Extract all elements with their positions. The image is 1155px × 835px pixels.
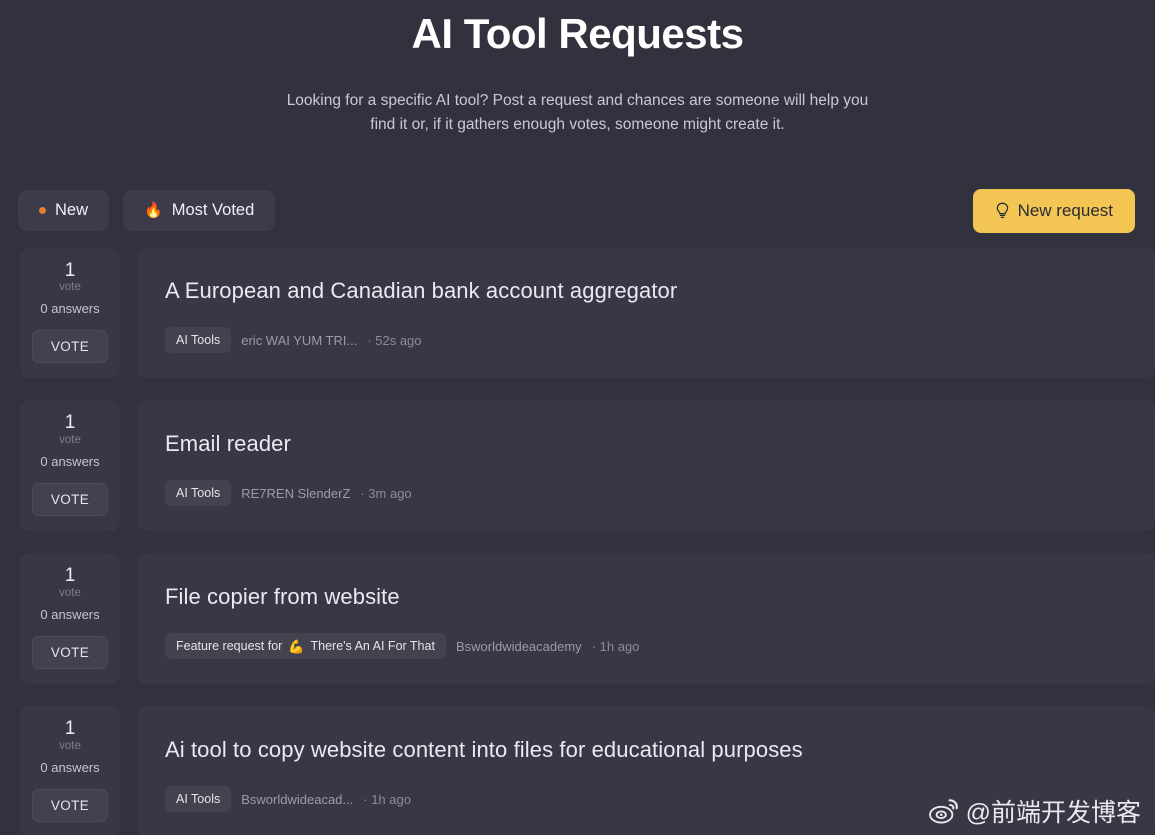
toolbar: New 🔥 Most Voted New request xyxy=(0,188,1155,233)
vote-button[interactable]: VOTE xyxy=(31,330,109,364)
vote-count: 1 xyxy=(64,718,76,740)
page-subtitle: Looking for a specific AI tool? Post a r… xyxy=(286,91,869,133)
request-row[interactable]: 1 vote 0 answers VOTE File copier from w… xyxy=(0,553,1155,685)
request-row[interactable]: 1 vote 0 answers VOTE A European and Can… xyxy=(0,247,1155,379)
request-time: · 1h ago xyxy=(363,791,411,807)
category-tag[interactable]: AI Tools xyxy=(165,327,232,354)
request-list: 1 vote 0 answers VOTE A European and Can… xyxy=(0,247,1155,835)
answers-count: 0 answers xyxy=(40,760,100,776)
category-tag-label: AI Tools xyxy=(176,792,221,807)
request-meta: Feature request for 💪 There's An AI For … xyxy=(165,633,1127,660)
vote-label: vote xyxy=(59,281,81,294)
answers-count: 0 answers xyxy=(40,607,100,623)
request-author[interactable]: Bsworldwideacad... xyxy=(241,792,353,807)
request-meta: AI Tools Bsworldwideacad... · 1h ago xyxy=(165,786,1127,813)
request-title: A European and Canadian bank account agg… xyxy=(165,277,678,303)
request-title: Ai tool to copy website content into fil… xyxy=(165,736,803,762)
vote-button[interactable]: VOTE xyxy=(31,789,109,823)
vote-label: vote xyxy=(59,740,81,753)
vote-button[interactable]: VOTE xyxy=(31,483,109,517)
answers-count: 0 answers xyxy=(40,454,100,470)
tab-new[interactable]: New xyxy=(18,190,110,232)
vote-button[interactable]: VOTE xyxy=(31,636,109,670)
request-title: Email reader xyxy=(165,430,291,456)
category-tag[interactable]: AI Tools xyxy=(165,480,232,507)
vote-count: 1 xyxy=(64,412,76,434)
request-author[interactable]: Bsworldwideacademy xyxy=(456,639,582,654)
request-meta: AI Tools eric WAI YUM TRI... · 52s ago xyxy=(165,327,1127,354)
category-tag[interactable]: AI Tools xyxy=(165,786,232,813)
request-card[interactable]: File copier from website Feature request… xyxy=(137,553,1155,685)
tab-most-voted-label: Most Voted xyxy=(171,201,255,220)
request-time: · 3m ago xyxy=(360,485,412,501)
vote-count: 1 xyxy=(64,565,76,587)
vote-panel: 1 vote 0 answers VOTE xyxy=(20,553,120,685)
new-request-button[interactable]: New request xyxy=(972,188,1135,233)
category-tag-label: AI Tools xyxy=(176,333,221,348)
answers-count: 0 answers xyxy=(40,301,100,317)
request-author[interactable]: RE7REN SlenderZ xyxy=(241,486,350,501)
request-meta: AI Tools RE7REN SlenderZ · 3m ago xyxy=(165,480,1127,507)
request-card[interactable]: Ai tool to copy website content into fil… xyxy=(137,706,1155,835)
fire-icon: 🔥 xyxy=(144,202,163,220)
request-card[interactable]: Email reader AI Tools RE7REN SlenderZ · … xyxy=(137,400,1155,532)
feature-request-target: There's An AI For That xyxy=(310,639,435,654)
request-row[interactable]: 1 vote 0 answers VOTE Ai tool to copy we… xyxy=(0,706,1155,835)
feature-request-tag[interactable]: Feature request for 💪 There's An AI For … xyxy=(165,633,446,660)
page-header: AI Tool Requests Looking for a specific … xyxy=(0,0,1155,137)
flexed-biceps-icon: 💪 xyxy=(288,638,305,654)
vote-label: vote xyxy=(59,587,81,600)
new-request-label: New request xyxy=(1017,200,1113,220)
vote-label: vote xyxy=(59,434,81,447)
orange-dot-icon xyxy=(39,207,46,215)
request-author[interactable]: eric WAI YUM TRI... xyxy=(241,333,357,348)
request-title: File copier from website xyxy=(165,583,400,609)
vote-count: 1 xyxy=(64,259,76,281)
lightbulb-icon xyxy=(995,202,1010,219)
tab-most-voted[interactable]: 🔥 Most Voted xyxy=(123,190,276,232)
vote-panel: 1 vote 0 answers VOTE xyxy=(20,400,120,532)
page-title: AI Tool Requests xyxy=(411,10,744,57)
vote-panel: 1 vote 0 answers VOTE xyxy=(20,706,120,835)
tab-new-label: New xyxy=(55,201,89,220)
vote-panel: 1 vote 0 answers VOTE xyxy=(20,247,120,379)
request-card[interactable]: A European and Canadian bank account agg… xyxy=(137,247,1155,379)
request-time: · 52s ago xyxy=(367,332,422,348)
category-tag-label: AI Tools xyxy=(176,486,221,501)
feature-request-prefix: Feature request for xyxy=(176,639,283,654)
request-time: · 1h ago xyxy=(591,638,640,654)
request-row[interactable]: 1 vote 0 answers VOTE Email reader AI To… xyxy=(0,400,1155,532)
sort-tabs: New 🔥 Most Voted xyxy=(18,190,276,232)
